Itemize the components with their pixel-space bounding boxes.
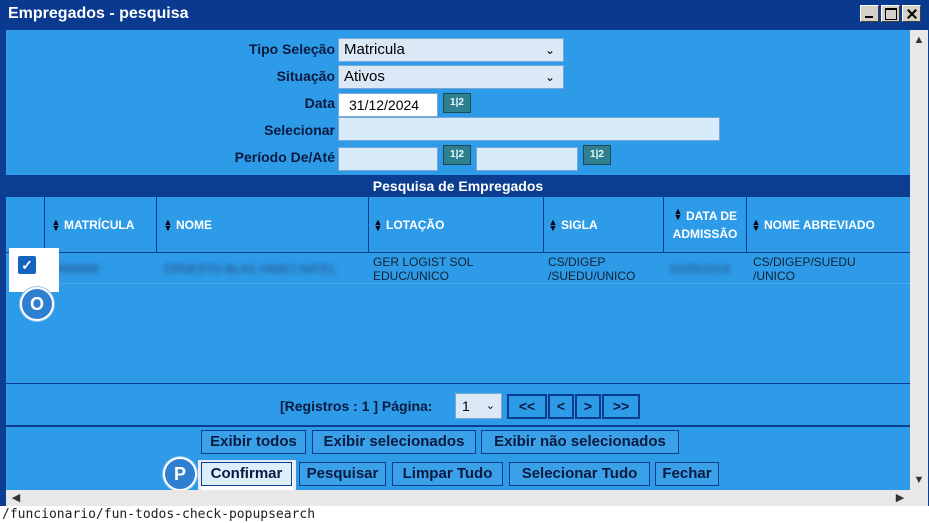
sort-icon: ▲ ▼ xyxy=(673,205,683,222)
periodo-ate-input[interactable] xyxy=(476,147,578,171)
window-controls xyxy=(860,5,921,22)
periodo-label: Período De/Até xyxy=(234,149,335,165)
situacao-label: Situação xyxy=(276,68,335,84)
minimize-button[interactable] xyxy=(860,5,879,22)
sort-icon: ▲ ▼ xyxy=(373,216,383,233)
calendar-icon[interactable]: 1|2 xyxy=(583,145,611,165)
confirmar-button[interactable]: Confirmar xyxy=(201,462,292,486)
scroll-corner xyxy=(910,490,928,506)
first-page-button[interactable]: << xyxy=(507,394,547,419)
close-window-button[interactable] xyxy=(902,5,921,22)
sort-icon: ▲ ▼ xyxy=(51,216,61,233)
selecionar-label: Selecionar xyxy=(264,122,335,138)
fechar-button[interactable]: Fechar xyxy=(655,462,719,486)
pesquisar-button[interactable]: Pesquisar xyxy=(299,462,386,486)
column-header-matricula[interactable]: ▲ ▼ MATRÍCULA xyxy=(45,197,157,252)
last-page-button[interactable]: >> xyxy=(602,394,640,419)
scroll-left-icon[interactable]: ◀ xyxy=(8,490,24,506)
page-select-value: 1 xyxy=(462,398,470,414)
next-page-button[interactable]: > xyxy=(575,394,601,419)
selecionar-tudo-button[interactable]: Selecionar Tudo xyxy=(509,462,650,486)
data-input[interactable]: 31/12/2024 xyxy=(338,93,438,117)
limpar-tudo-button[interactable]: Limpar Tudo xyxy=(392,462,503,486)
grid-title: Pesquisa de Empregados xyxy=(6,175,910,197)
chevron-down-icon: ⌄ xyxy=(544,70,555,84)
select-column-header xyxy=(6,197,45,252)
tipo-selecao-label: Tipo Seleção xyxy=(248,41,335,57)
situacao-select[interactable]: Ativos ⌄ xyxy=(338,65,564,89)
cell-nome: ERNESTO BLAS HABCI NATEL xyxy=(164,262,337,276)
table-row[interactable]: 9999999 ERNESTO BLAS HABCI NATEL GER LOG… xyxy=(6,252,910,284)
cell-nome-abreviado: CS/DIGEP/SUEDU /UNICO xyxy=(753,255,856,283)
situacao-value: Ativos xyxy=(344,68,385,85)
horizontal-scrollbar[interactable]: ◀ ▶ xyxy=(6,490,910,506)
status-bar-url: /funcionario/fun-todos-check-popupsearch xyxy=(0,506,929,523)
column-header-nome-abreviado[interactable]: ▲ ▼ NOME ABREVIADO xyxy=(747,197,910,252)
exibir-todos-button[interactable]: Exibir todos xyxy=(201,430,306,454)
column-header-nome[interactable]: ▲ ▼ NOME xyxy=(157,197,369,252)
cell-sigla: CS/DIGEP /SUEDU/UNICO xyxy=(548,255,636,283)
scroll-up-icon[interactable]: ▲ xyxy=(910,32,928,48)
calendar-icon[interactable]: 1|2 xyxy=(443,93,471,113)
scroll-down-icon[interactable]: ▼ xyxy=(910,472,928,488)
chevron-down-icon: ⌄ xyxy=(544,43,555,57)
page-select[interactable]: 1 ⌄ xyxy=(455,393,502,419)
sort-icon: ▲ ▼ xyxy=(163,216,173,233)
periodo-de-input[interactable] xyxy=(338,147,438,171)
window-title: Empregados - pesquisa xyxy=(8,5,189,22)
vertical-scrollbar[interactable]: ▲ ▼ xyxy=(910,30,928,490)
column-header-data-admissao[interactable]: ▲ ▼ DATA DE ADMISSÃO xyxy=(664,197,747,252)
cell-lotacao: GER LOGIST SOL EDUC/UNICO xyxy=(373,255,474,283)
exibir-nao-selecionados-button[interactable]: Exibir não selecionados xyxy=(481,430,679,454)
annotation-marker-p: P xyxy=(163,457,197,491)
sort-icon: ▲ ▼ xyxy=(548,216,558,233)
tipo-selecao-value: Matricula xyxy=(344,41,405,58)
row-checkbox[interactable]: ✓ xyxy=(17,255,37,275)
maximize-button[interactable] xyxy=(881,5,900,22)
sort-icon: ▲ ▼ xyxy=(751,216,761,233)
column-header-lotacao[interactable]: ▲ ▼ LOTAÇÃO xyxy=(369,197,544,252)
column-header-sigla[interactable]: ▲ ▼ SIGLA xyxy=(544,197,664,252)
popup-window: Empregados - pesquisa Tipo Seleção Matri… xyxy=(0,0,929,506)
annotation-marker-o: O xyxy=(20,287,54,321)
cell-matricula: 9999999 xyxy=(52,262,99,276)
calendar-icon[interactable]: 1|2 xyxy=(443,145,471,165)
tipo-selecao-select[interactable]: Matricula ⌄ xyxy=(338,38,564,62)
chevron-down-icon: ⌄ xyxy=(485,400,495,412)
cell-data-admissao: 02/05/2019 xyxy=(670,262,731,276)
exibir-selecionados-button[interactable]: Exibir selecionados xyxy=(312,430,476,454)
prev-page-button[interactable]: < xyxy=(548,394,574,419)
grid-header: ▲ ▼ MATRÍCULA ▲ ▼ NOME ▲ ▼ LOTAÇÃO ▲ ▼ SIGLA ▲ ▼ D… xyxy=(6,197,910,252)
selecionar-input[interactable] xyxy=(338,117,720,141)
title-bar: Empregados - pesquisa xyxy=(0,0,929,30)
data-label: Data xyxy=(304,95,335,111)
pager-registros-text: [Registros : 1 ] Página: xyxy=(280,398,433,414)
scroll-right-icon[interactable]: ▶ xyxy=(892,490,908,506)
